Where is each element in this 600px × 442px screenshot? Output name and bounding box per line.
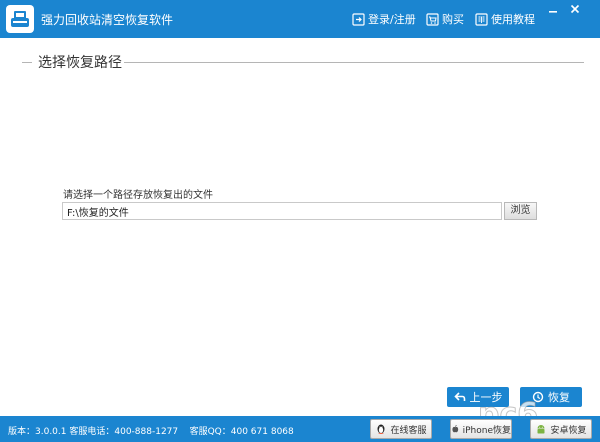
recover-icon: [532, 391, 544, 403]
close-button[interactable]: [568, 3, 582, 15]
login-register-link[interactable]: 登录/注册: [352, 11, 416, 27]
login-register-label: 登录/注册: [368, 13, 416, 26]
cart-icon: [426, 12, 439, 26]
title-bar: 强力回收站清空恢复软件 登录/注册 购买 使用教程: [0, 0, 600, 38]
app-title: 强力回收站清空恢复软件: [41, 13, 174, 27]
apple-icon: [452, 425, 459, 433]
support-info: 版本：3.0.0.1 客服电话：400-888-1277 客服QQ：400 67…: [8, 424, 294, 437]
version-text: 版本：3.0.0.1: [8, 427, 67, 437]
close-icon: [570, 4, 580, 14]
iphone-recovery-label: iPhone恢复: [462, 425, 511, 436]
back-arrow-icon: [453, 392, 465, 401]
online-support-button[interactable]: 在线客服: [370, 419, 432, 439]
section-title: 选择恢复路径: [38, 55, 122, 71]
recover-button[interactable]: 恢复: [520, 387, 582, 407]
online-support-label: 在线客服: [390, 425, 427, 436]
android-recovery-button[interactable]: 安卓恢复: [530, 419, 592, 439]
qq-penguin-icon: [377, 424, 385, 434]
buy-link[interactable]: 购买: [426, 11, 464, 27]
tutorial-label: 使用教程: [491, 13, 535, 26]
login-icon: [352, 12, 365, 26]
section-divider-left: [22, 62, 32, 63]
tutorial-link[interactable]: 使用教程: [475, 11, 535, 27]
previous-step-label: 上一步: [469, 391, 503, 404]
app-logo-icon: [6, 5, 34, 33]
browse-button[interactable]: 浏览: [504, 202, 537, 220]
previous-step-button[interactable]: 上一步: [447, 387, 509, 407]
support-qq: 客服QQ：400 671 8068: [189, 427, 294, 437]
book-icon: [475, 12, 488, 26]
buy-label: 购买: [442, 13, 464, 26]
android-icon: [537, 425, 545, 434]
section-divider: [124, 62, 584, 63]
iphone-recovery-button[interactable]: iPhone恢复: [450, 419, 512, 439]
minimize-button[interactable]: [546, 3, 560, 15]
recovery-path-input[interactable]: [62, 202, 502, 220]
minimize-icon: [549, 11, 557, 13]
recover-label: 恢复: [548, 391, 570, 404]
android-recovery-label: 安卓恢复: [550, 425, 587, 436]
status-bar: 版本：3.0.0.1 客服电话：400-888-1277 客服QQ：400 67…: [0, 416, 600, 442]
path-label: 请选择一个路径存放恢复出的文件: [63, 190, 213, 201]
support-phone: 客服电话：400-888-1277: [69, 427, 179, 437]
